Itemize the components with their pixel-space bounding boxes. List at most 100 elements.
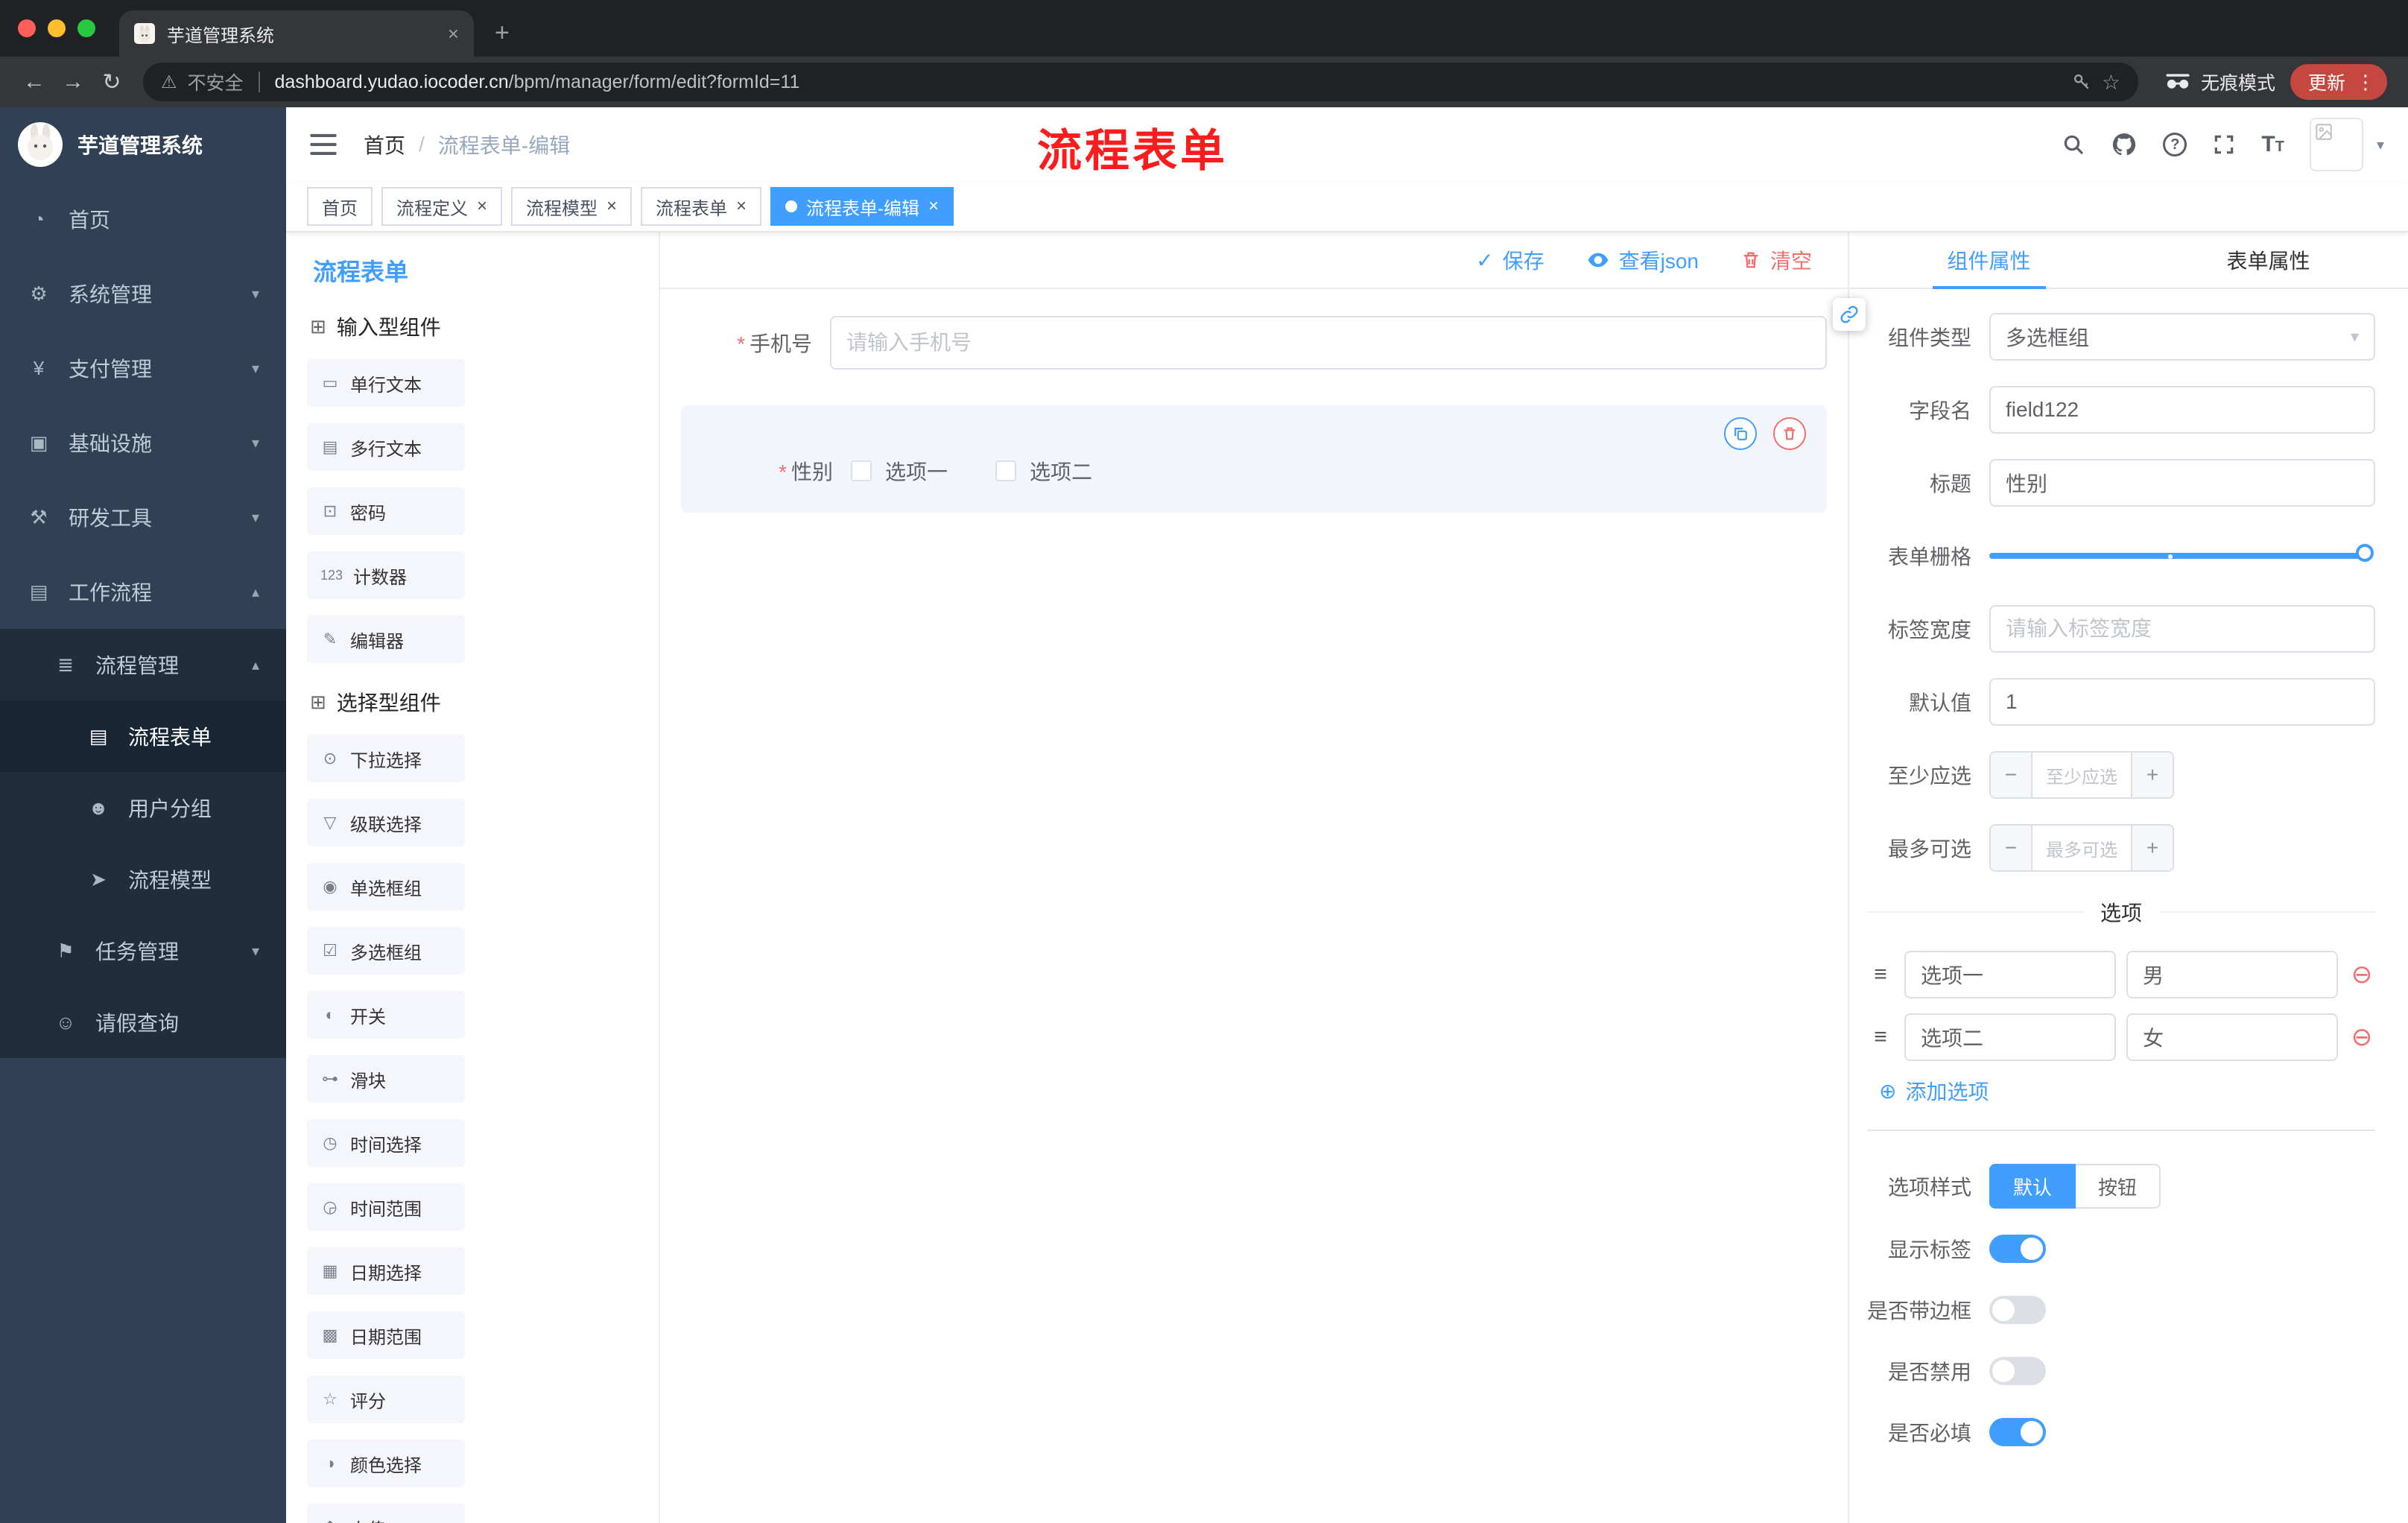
palette-item-slider[interactable]: ⊶ 滑块 <box>307 1055 465 1103</box>
title-input[interactable] <box>1989 459 2375 507</box>
minimize-window-button[interactable] <box>48 19 66 37</box>
help-icon[interactable]: ? <box>2163 133 2187 156</box>
sidebar-item-task-manage[interactable]: ⚑ 任务管理 ▾ <box>0 915 286 987</box>
palette-item-time-range[interactable]: ◶ 时间范围 <box>307 1183 465 1231</box>
tab-form-props[interactable]: 表单属性 <box>2129 232 2408 288</box>
close-window-button[interactable] <box>18 19 36 37</box>
gender-option1-checkbox[interactable]: 选项一 <box>851 456 948 486</box>
sidebar-item-flow-model[interactable]: ➤ 流程模型 <box>0 843 286 915</box>
label-width-input[interactable] <box>1989 605 2375 653</box>
clear-button[interactable]: 清空 <box>1740 245 1812 275</box>
sidebar-item-devtools[interactable]: ⚒ 研发工具 ▾ <box>0 480 286 554</box>
sidebar-item-leave-query[interactable]: ☺ 请假查询 <box>0 987 286 1058</box>
sidebar-item-home[interactable]: ◔ 首页 <box>0 182 286 256</box>
palette-item-radio-group[interactable]: ◉ 单选框组 <box>307 863 465 911</box>
font-size-icon[interactable]: TT <box>2261 132 2284 157</box>
component-type-select[interactable]: 多选框组 ▾ <box>1989 313 2375 361</box>
increase-button[interactable]: + <box>2131 753 2173 797</box>
browser-update-button[interactable]: 更新 ⋮ <box>2290 64 2387 100</box>
password-key-icon[interactable] <box>2072 72 2091 92</box>
palette-item-rate[interactable]: ☆ 评分 <box>307 1375 465 1423</box>
gender-option2-checkbox[interactable]: 选项二 <box>995 456 1092 486</box>
palette-item-checkbox-group[interactable]: ☑ 多选框组 <box>307 927 465 975</box>
copy-component-button[interactable] <box>1724 417 1757 450</box>
option2-value-input[interactable] <box>2126 1013 2338 1061</box>
increase-button[interactable]: + <box>2131 826 2173 870</box>
palette-item-password[interactable]: ⊡ 密码 <box>307 487 465 535</box>
browser-tab[interactable]: 芋道管理系统 × <box>119 10 474 57</box>
maximize-window-button[interactable] <box>77 19 95 37</box>
tag-flow-model[interactable]: 流程模型 × <box>511 187 633 226</box>
avatar-caret-icon[interactable]: ▾ <box>2377 136 2384 154</box>
palette-item-multi-line-text[interactable]: ▤ 多行文本 <box>307 423 465 471</box>
required-switch[interactable] <box>1989 1418 2046 1446</box>
tab-close-icon[interactable]: × <box>448 22 459 45</box>
sidebar-item-user-group[interactable]: ☻ 用户分组 <box>0 772 286 843</box>
phone-field[interactable]: * 手机号 <box>681 316 1827 370</box>
phone-input[interactable] <box>830 316 1827 370</box>
style-button-button[interactable]: 按钮 <box>2076 1164 2161 1209</box>
palette-item-date-picker[interactable]: ▦ 日期选择 <box>307 1247 465 1295</box>
palette-item-editor[interactable]: ✎ 编辑器 <box>307 615 465 663</box>
browser-menu-icon[interactable]: ⋮ <box>2356 71 2375 94</box>
sidebar-item-flow-manage[interactable]: ≣ 流程管理 ▴ <box>0 629 286 700</box>
search-icon[interactable] <box>2062 133 2085 156</box>
save-button[interactable]: ✓ 保存 <box>1476 245 1544 275</box>
option1-label-input[interactable] <box>1904 951 2116 998</box>
reload-button[interactable]: ↻ <box>92 69 131 95</box>
sidebar-item-infrastructure[interactable]: ▣ 基础设施 ▾ <box>0 405 286 480</box>
drag-handle-icon[interactable]: ≡ <box>1867 1025 1894 1050</box>
delete-component-button[interactable] <box>1773 417 1806 450</box>
tag-home[interactable]: 首页 <box>307 187 373 226</box>
breadcrumb-home[interactable]: 首页 <box>364 130 405 159</box>
close-icon[interactable]: × <box>477 197 487 215</box>
sidebar-item-payment[interactable]: ¥ 支付管理 ▾ <box>0 331 286 405</box>
link-icon[interactable] <box>1833 298 1866 331</box>
palette-item-color-picker[interactable]: ◑ 颜色选择 <box>307 1440 465 1487</box>
selected-component-gender[interactable]: * 性别 选项一 选项二 <box>681 405 1827 513</box>
sidebar-item-workflow[interactable]: ▤ 工作流程 ▴ <box>0 554 286 629</box>
close-icon[interactable]: × <box>606 197 617 215</box>
style-default-button[interactable]: 默认 <box>1989 1164 2076 1209</box>
palette-item-switch[interactable]: ◐ 开关 <box>307 991 465 1039</box>
palette-item-dropdown[interactable]: ⊙ 下拉选择 <box>307 735 465 782</box>
view-json-button[interactable]: 查看json <box>1586 245 1699 275</box>
close-icon[interactable]: × <box>928 197 939 215</box>
sidebar-item-flow-form[interactable]: ▤ 流程表单 <box>0 700 286 772</box>
grid-slider[interactable] <box>1989 532 2374 580</box>
back-button[interactable]: ← <box>15 69 54 95</box>
decrease-button[interactable]: − <box>1991 826 2032 870</box>
field-name-input[interactable] <box>1989 386 2375 434</box>
remove-option-icon[interactable]: ⊖ <box>2348 960 2375 990</box>
security-warning-icon[interactable]: ⚠ <box>161 72 177 93</box>
disabled-switch[interactable] <box>1989 1357 2046 1385</box>
min-select-value[interactable]: 至少应选 <box>2032 753 2131 797</box>
palette-item-single-line-text[interactable]: ▭ 单行文本 <box>307 359 465 407</box>
new-tab-button[interactable]: + <box>474 19 510 57</box>
palette-item-cascader[interactable]: ▽ 级联选择 <box>307 799 465 846</box>
remove-option-icon[interactable]: ⊖ <box>2348 1022 2375 1052</box>
forward-button[interactable]: → <box>54 69 92 95</box>
slider-handle[interactable] <box>2356 544 2374 562</box>
drag-handle-icon[interactable]: ≡ <box>1867 962 1894 987</box>
option2-label-input[interactable] <box>1904 1013 2116 1061</box>
palette-item-upload[interactable]: ↥上传 <box>307 1504 465 1523</box>
border-switch[interactable] <box>1989 1296 2046 1324</box>
close-icon[interactable]: × <box>736 197 747 215</box>
palette-item-date-range[interactable]: ▩ 日期范围 <box>307 1311 465 1359</box>
decrease-button[interactable]: − <box>1991 753 2032 797</box>
tag-flow-form-edit[interactable]: 流程表单-编辑 × <box>770 187 954 226</box>
tag-flow-definition[interactable]: 流程定义 × <box>381 187 503 226</box>
palette-item-counter[interactable]: 123 计数器 <box>307 551 465 599</box>
bookmark-star-icon[interactable]: ☆ <box>2102 70 2120 95</box>
default-value-input[interactable] <box>1989 678 2375 726</box>
add-option-button[interactable]: ⊕ 添加选项 <box>1879 1076 2375 1106</box>
fullscreen-icon[interactable] <box>2212 133 2236 156</box>
tag-flow-form[interactable]: 流程表单 × <box>641 187 762 226</box>
option1-value-input[interactable] <box>2126 951 2338 998</box>
palette-item-time-picker[interactable]: ◷ 时间选择 <box>307 1119 465 1167</box>
github-icon[interactable] <box>2111 131 2138 158</box>
hamburger-icon[interactable] <box>310 133 337 156</box>
address-bar[interactable]: ⚠ 不安全 dashboard.yudao.iocoder.cn/bpm/man… <box>143 63 2138 101</box>
avatar[interactable] <box>2309 118 2363 171</box>
